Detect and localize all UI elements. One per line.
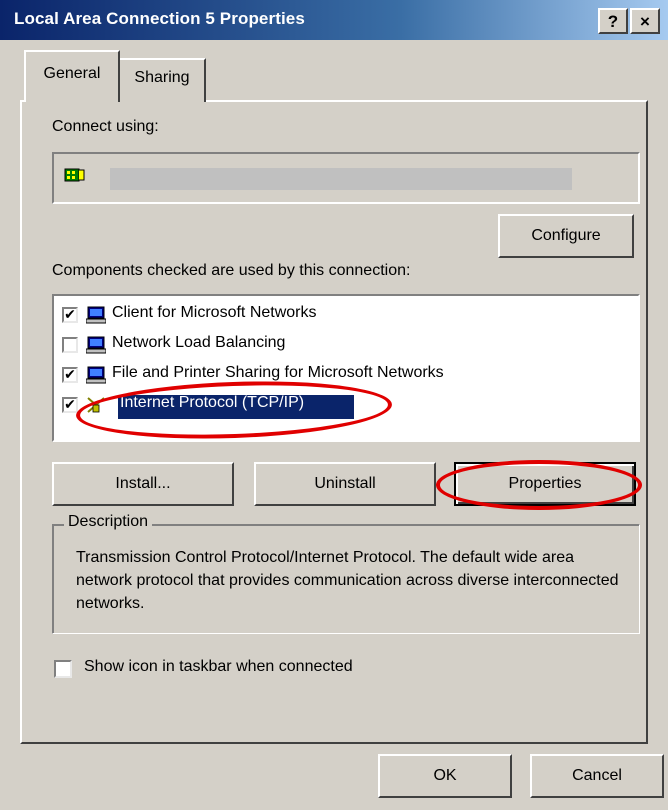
network-client-icon (86, 336, 106, 354)
tab-sharing[interactable]: Sharing (118, 58, 206, 102)
show-icon-label: Show icon in taskbar when connected (84, 658, 353, 675)
cancel-button[interactable]: Cancel (530, 754, 664, 798)
components-label: Components checked are used by this conn… (52, 262, 411, 279)
ok-button[interactable]: OK (378, 754, 512, 798)
annotation-oval-properties (436, 460, 642, 510)
network-adapter-icon (64, 168, 85, 182)
list-item-label: Network Load Balancing (112, 334, 286, 351)
window-title: Local Area Connection 5 Properties (14, 9, 305, 28)
help-button[interactable]: ? (598, 8, 628, 34)
show-icon-checkbox[interactable] (54, 660, 72, 678)
network-client-icon (86, 366, 106, 384)
network-client-icon (86, 306, 106, 324)
checkbox[interactable] (62, 337, 78, 353)
description-text: Transmission Control Protocol/Internet P… (76, 549, 619, 612)
adapter-name (110, 168, 572, 190)
list-item-label: Client for Microsoft Networks (112, 304, 317, 321)
configure-button[interactable]: Configure (498, 214, 634, 258)
tab-general[interactable]: General (24, 50, 120, 102)
connect-using-label: Connect using: (52, 118, 159, 135)
configure-button-label: Configure (531, 227, 601, 244)
list-item-label: File and Printer Sharing for Microsoft N… (112, 364, 444, 381)
checkbox[interactable]: ✔ (62, 307, 78, 323)
checkbox[interactable]: ✔ (62, 367, 78, 383)
description-legend: Description (64, 513, 153, 531)
close-button[interactable]: × (630, 8, 660, 34)
uninstall-button[interactable]: Uninstall (254, 462, 436, 506)
checkbox[interactable]: ✔ (62, 397, 78, 413)
install-button[interactable]: Install... (52, 462, 234, 506)
